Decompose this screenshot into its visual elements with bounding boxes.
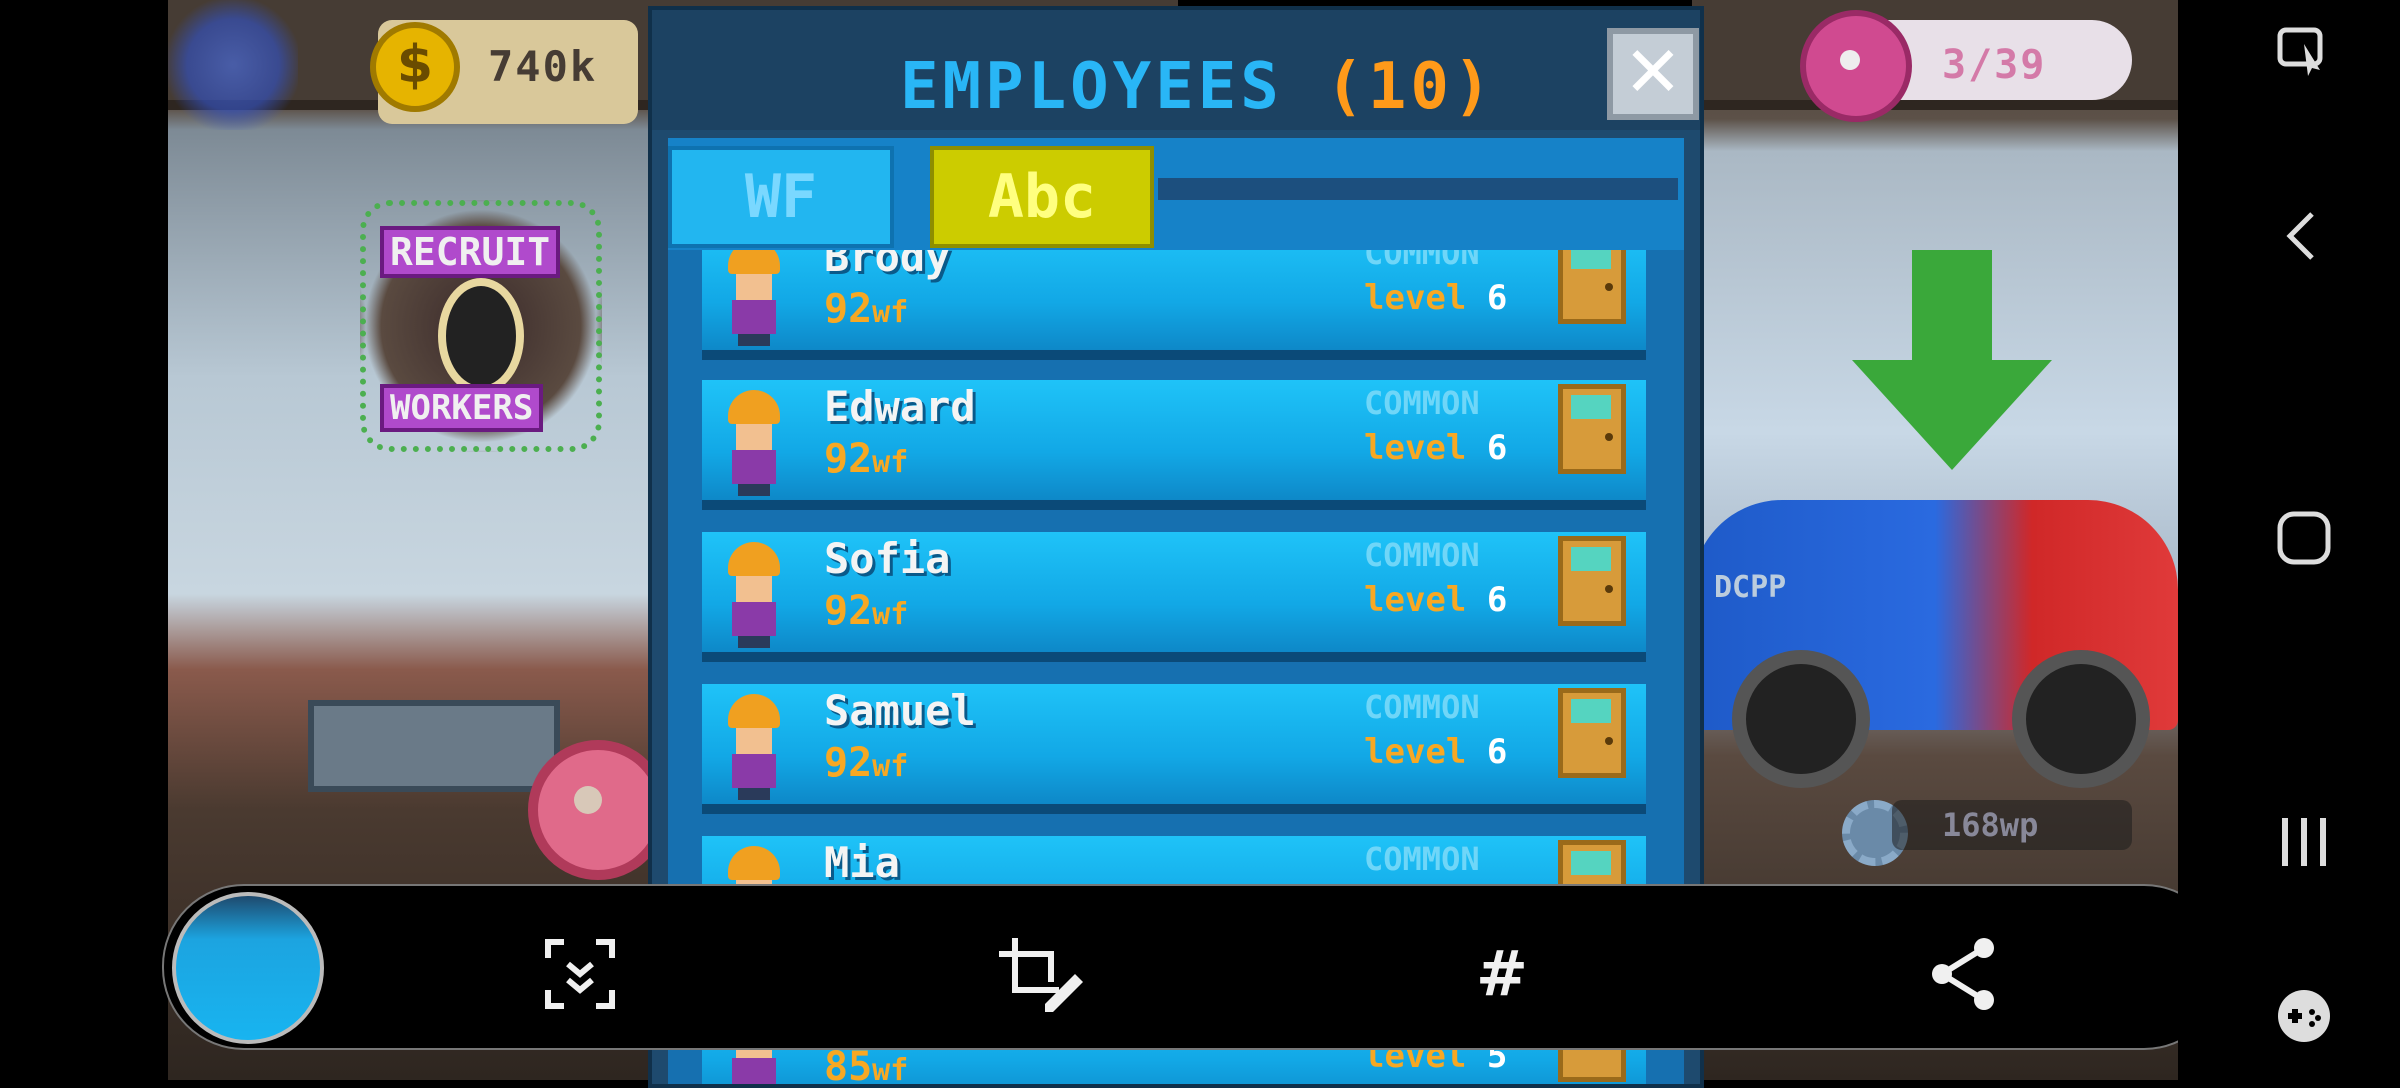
worker-avatar (722, 390, 786, 496)
donut-count: 3/39 (1942, 42, 2047, 88)
employee-row[interactable]: Sofia 92wf COMMON level 6 (702, 532, 1646, 662)
recruit-label: RECRUIT (380, 226, 561, 278)
employee-name: Mia (824, 838, 900, 887)
employee-row[interactable]: Brody 92wf COMMON level 6 (702, 250, 1646, 360)
employee-name: Samuel (824, 686, 976, 735)
employee-wf: 85wf (824, 1044, 909, 1088)
worker-avatar (722, 250, 786, 346)
share-icon[interactable] (1914, 924, 2014, 1024)
mystery-worker-icon (438, 278, 524, 394)
employee-rarity: COMMON (1364, 840, 1480, 878)
coin-amount: 740k (488, 42, 598, 91)
workers-label: WORKERS (380, 384, 544, 432)
door-icon[interactable] (1558, 688, 1626, 778)
employee-wf: 92wf (824, 740, 909, 786)
workpower-value: 168wp (1942, 806, 2039, 844)
employee-name: Sofia (824, 534, 951, 583)
door-icon[interactable] (1558, 250, 1626, 324)
screenshot-thumbnail[interactable] (172, 892, 324, 1044)
workbench (308, 700, 560, 792)
employee-rarity: COMMON (1364, 250, 1480, 272)
employee-wf: 92wf (824, 436, 909, 482)
tab-ribbon (1158, 178, 1678, 200)
modal-title-text: EMPLOYEES (900, 50, 1283, 124)
wheel (1732, 650, 1870, 788)
employee-name: Edward (824, 382, 976, 431)
employee-level: level 6 (1364, 278, 1508, 318)
home-icon[interactable] (2270, 508, 2338, 576)
crop-edit-icon[interactable] (990, 924, 1090, 1024)
hashtag-icon[interactable]: # (1452, 924, 1552, 1024)
modal-title: EMPLOYEES (10) (900, 50, 1495, 124)
coin-icon: $ (370, 22, 460, 112)
employee-wf: 92wf (824, 588, 909, 634)
tab-sort-wf[interactable]: WF (668, 146, 894, 248)
employee-row[interactable]: Edward 92wf COMMON level 6 (702, 380, 1646, 510)
employee-rarity: COMMON (1364, 688, 1480, 726)
tab-sort-abc[interactable]: Abc (930, 146, 1154, 248)
employee-level: level 6 (1364, 428, 1508, 468)
game-tools-icon[interactable] (2270, 986, 2338, 1054)
donut-prop (528, 740, 668, 880)
car-label: DCPP (1714, 570, 1787, 605)
scroll-capture-icon[interactable] (530, 924, 630, 1024)
recents-icon[interactable] (2270, 812, 2338, 880)
employee-level: level 6 (1364, 580, 1508, 620)
sort-tabs: WF Abc (668, 138, 1684, 250)
worker-avatar (722, 694, 786, 800)
door-icon[interactable] (1558, 384, 1626, 474)
employee-row[interactable]: Samuel 92wf COMMON level 6 (702, 684, 1646, 814)
employee-rarity: COMMON (1364, 536, 1480, 574)
employee-wf: 92wf (824, 286, 909, 332)
employee-count: (10) (1325, 50, 1496, 124)
screenshot-icon[interactable] (2270, 22, 2338, 90)
employee-rarity: COMMON (1364, 384, 1480, 422)
modal-header: EMPLOYEES (10) ✕ (652, 10, 1700, 130)
wheel (2012, 650, 2150, 788)
workpower-badge: 168wp (1892, 800, 2132, 850)
ghost-sprite (168, 0, 298, 130)
employee-level: level 6 (1364, 732, 1508, 772)
close-icon[interactable]: ✕ (1607, 28, 1699, 120)
worker-avatar (722, 542, 786, 648)
donut-icon (1800, 10, 1912, 122)
recruit-workers-button[interactable]: RECRUIT WORKERS (360, 200, 602, 452)
employee-name: Brody (824, 250, 951, 281)
back-icon[interactable] (2270, 206, 2338, 274)
door-icon[interactable] (1558, 536, 1626, 626)
